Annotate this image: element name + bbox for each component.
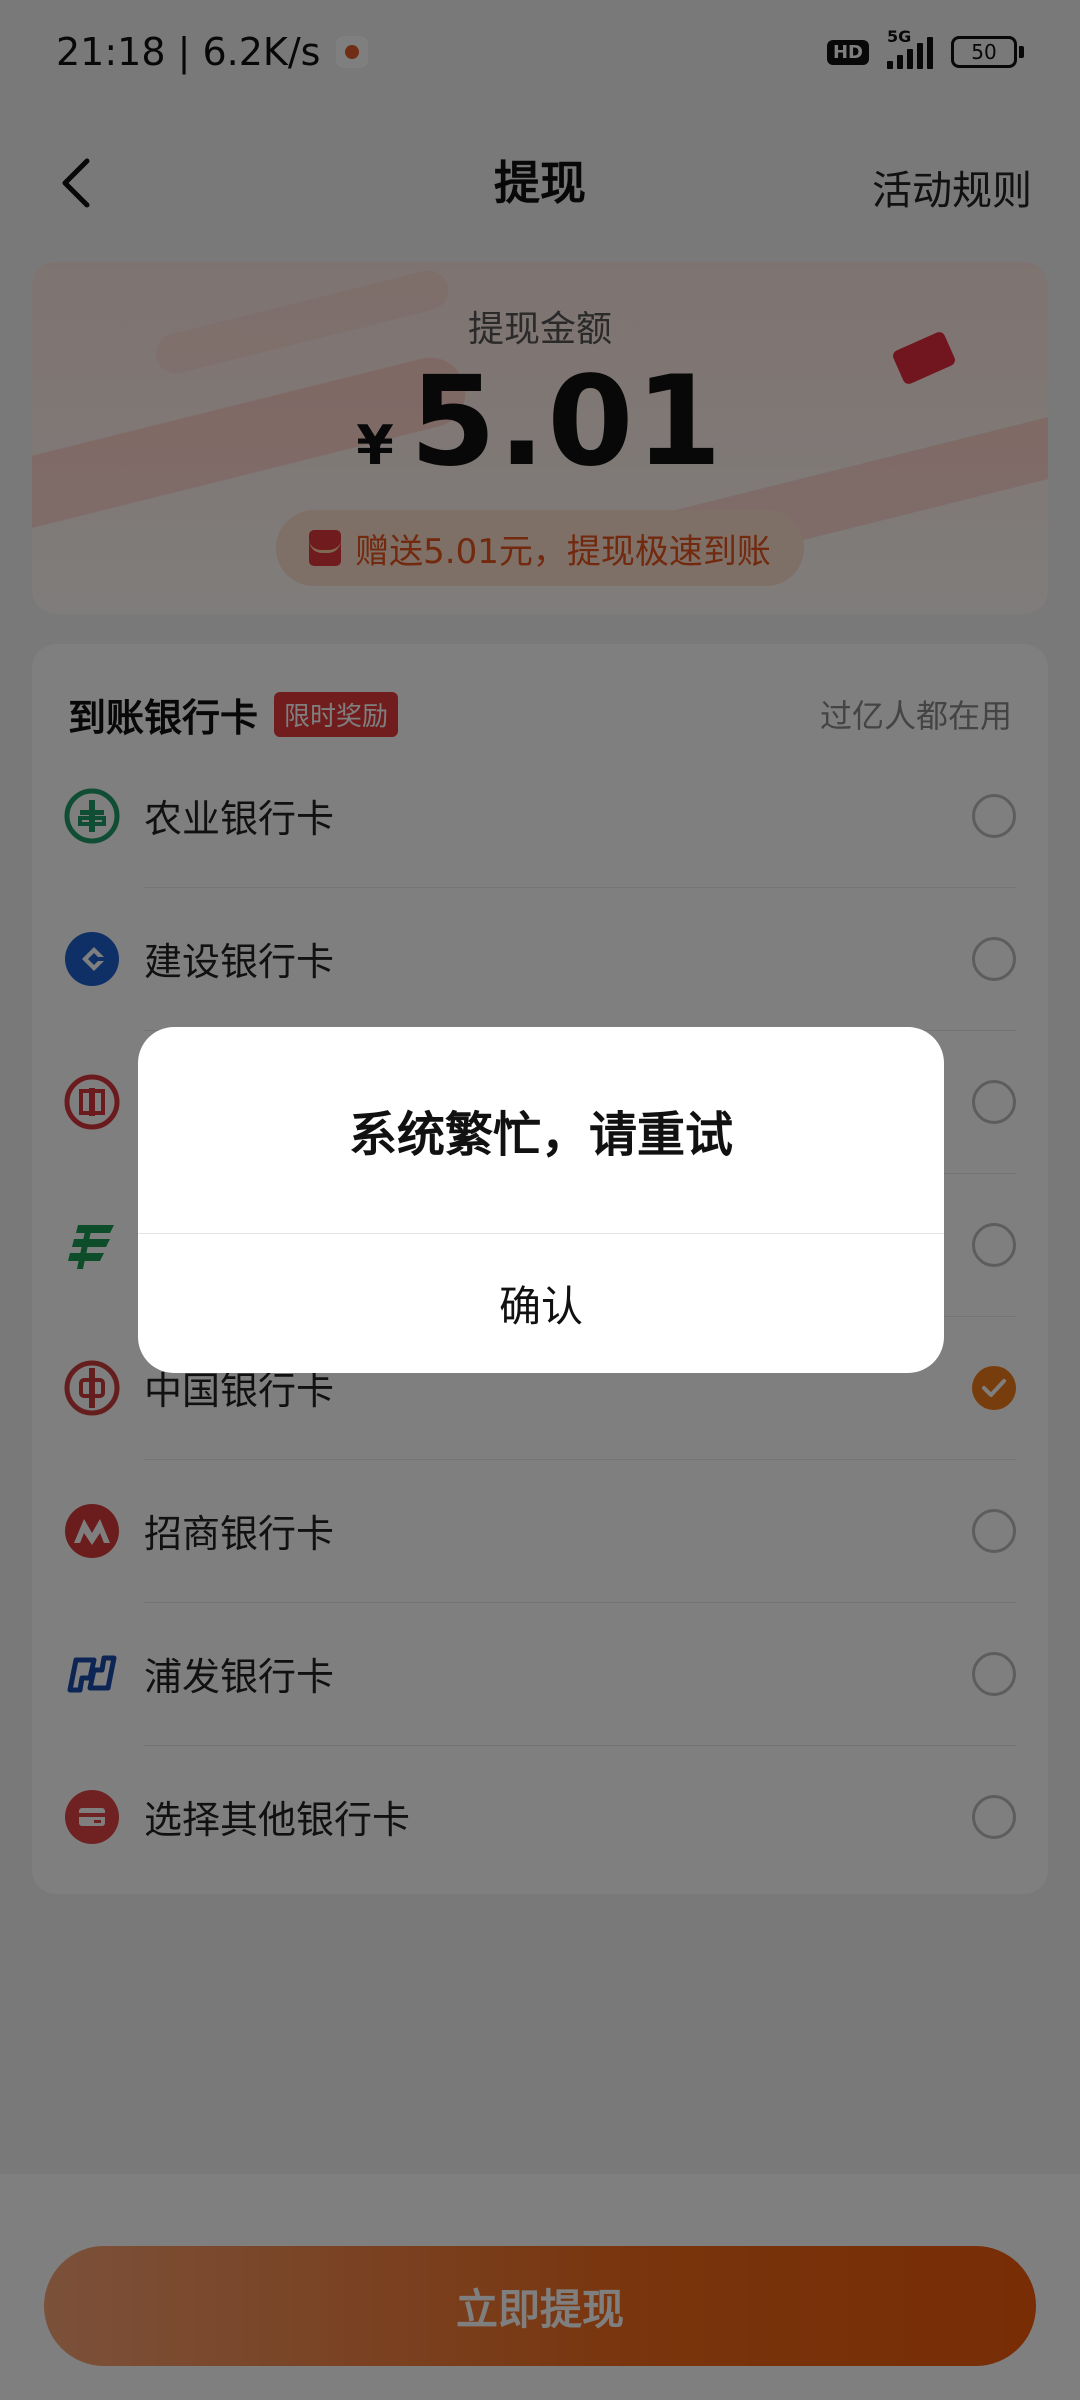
error-dialog: 系统繁忙，请重试 确认 (138, 1027, 944, 1373)
dialog-message: 系统繁忙，请重试 (348, 1107, 733, 1163)
confirm-button[interactable]: 确认 (138, 1234, 944, 1373)
